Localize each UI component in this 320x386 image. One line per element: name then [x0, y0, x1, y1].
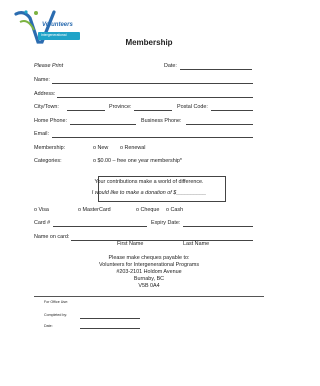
membership-renewal-option[interactable]: o Renewal: [120, 145, 145, 151]
logo-sub-text: Intergenerational: [41, 33, 67, 37]
payable-to-line: Please make cheques payable to:: [108, 255, 190, 261]
date-field[interactable]: [180, 69, 252, 70]
name-on-card-field[interactable]: [71, 240, 253, 241]
email-label: Email:: [34, 131, 49, 137]
donation-amount-line[interactable]: I would like to make a donation of $____…: [0, 190, 298, 196]
office-divider: [34, 296, 264, 297]
date-label: Date:: [164, 63, 177, 69]
card-number-field[interactable]: [53, 226, 147, 227]
membership-new-option[interactable]: o New: [93, 145, 108, 151]
name-label: Name:: [34, 77, 50, 83]
home-phone-field[interactable]: [70, 124, 136, 125]
pay-visa-option[interactable]: o Visa: [34, 207, 49, 213]
city-label: City/Town:: [34, 104, 59, 110]
category-free-option[interactable]: o $0.00 – free one year membership*: [93, 158, 182, 164]
payable-postal-line: V5B 0A4: [138, 283, 160, 289]
logo-brand-text: Volunteers: [42, 22, 73, 28]
card-number-label: Card #: [34, 220, 51, 226]
completed-by-field[interactable]: [80, 318, 140, 319]
completed-by-label: Completed by:: [44, 313, 68, 317]
please-print-note: Please Print: [34, 63, 64, 69]
email-field[interactable]: [52, 137, 253, 138]
first-name-caption: First Name: [117, 241, 144, 247]
pay-cheque-option[interactable]: o Cheque: [136, 207, 159, 213]
office-use-label: For Office Use:: [44, 300, 69, 304]
pay-cash-option[interactable]: o Cash: [166, 207, 183, 213]
province-field[interactable]: [134, 110, 172, 111]
office-date-field[interactable]: [80, 328, 140, 329]
payable-address-line: #203-2101 Holdom Avenue: [116, 269, 182, 275]
categories-label: Categories:: [34, 158, 62, 164]
donation-box-heading: Your contributions make a world of diffe…: [94, 179, 204, 185]
last-name-caption: Last Name: [183, 241, 210, 247]
payable-city-line: Burnaby, BC: [133, 276, 165, 282]
postal-code-field[interactable]: [211, 110, 253, 111]
form-title: Membership: [125, 38, 173, 47]
home-phone-label: Home Phone:: [34, 118, 67, 124]
address-field[interactable]: [57, 97, 253, 98]
province-label: Province:: [109, 104, 132, 110]
office-date-label: Date:: [44, 324, 53, 328]
city-field[interactable]: [67, 110, 105, 111]
name-on-card-label: Name on card:: [34, 234, 70, 240]
expiry-date-field[interactable]: [183, 226, 253, 227]
membership-label: Membership:: [34, 145, 66, 151]
name-field[interactable]: [52, 83, 253, 84]
pay-mastercard-option[interactable]: o MasterCard: [78, 207, 111, 213]
address-label: Address:: [34, 91, 56, 97]
business-phone-field[interactable]: [186, 124, 253, 125]
payable-org-line: Volunteers for Intergenerational Program…: [98, 262, 200, 268]
postal-code-label: Postal Code:: [177, 104, 208, 110]
expiry-date-label: Expiry Date:: [151, 220, 181, 226]
business-phone-label: Business Phone:: [141, 118, 182, 124]
